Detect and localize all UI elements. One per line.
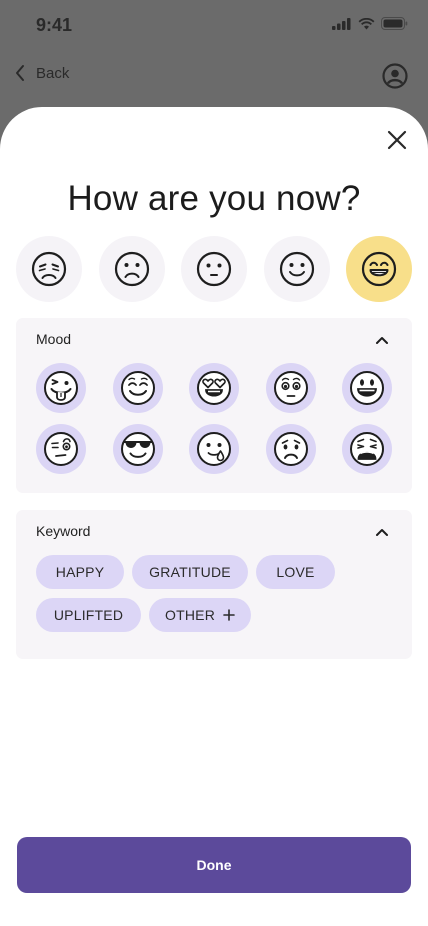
back-button[interactable]: Back	[14, 64, 69, 82]
sunglasses-face-icon	[120, 432, 155, 466]
profile-button[interactable]	[382, 63, 408, 94]
mood-emoji-sunglasses[interactable]	[112, 424, 163, 474]
mood-sheet: How are you now? Mood Keyword HAPPY GRAT…	[0, 107, 428, 926]
profile-icon	[382, 63, 408, 89]
close-icon	[387, 130, 407, 150]
chip-label: OTHER	[165, 607, 215, 623]
back-label: Back	[36, 64, 70, 82]
face-option-very-sad[interactable]	[16, 236, 82, 302]
mood-emoji-tongue-out[interactable]	[36, 363, 86, 413]
status-time: 9:41	[36, 15, 73, 35]
very-sad-face-icon	[31, 251, 67, 287]
chevron-up-icon	[376, 529, 388, 536]
heart-eyes-face-icon	[197, 371, 231, 405]
keyword-chip-happy[interactable]: HAPPY	[36, 555, 124, 589]
wifi-icon	[358, 17, 375, 29]
keyword-chip-love[interactable]: LOVE	[256, 555, 335, 589]
status-bar: 9:41	[0, 0, 428, 50]
keyword-panel-title: Keyword	[36, 523, 91, 539]
nav-bar: Back	[0, 56, 428, 96]
chip-label: UPLIFTED	[53, 607, 124, 623]
mood-panel: Mood	[16, 318, 412, 493]
worried-face-icon	[273, 432, 308, 466]
raised-eyebrow-face-icon	[44, 432, 78, 466]
mood-emoji-heart-eyes[interactable]	[189, 363, 239, 413]
mood-emoji-raised-eyebrow[interactable]	[36, 424, 86, 474]
face-option-grinning[interactable]	[346, 236, 412, 302]
done-button-label: Done	[196, 857, 232, 873]
pleading-face-icon	[273, 371, 308, 405]
mood-collapse-button[interactable]	[374, 332, 390, 348]
chevron-left-icon	[16, 65, 24, 81]
face-option-sad[interactable]	[98, 236, 165, 302]
keyword-chip-other[interactable]: OTHER	[149, 598, 251, 632]
close-button[interactable]	[386, 129, 408, 151]
keyword-panel: Keyword HAPPY GRATITUDE LOVE UPLIFTED OT…	[16, 510, 412, 659]
face-selector	[16, 236, 412, 302]
chevron-up-icon	[376, 337, 388, 344]
keyword-collapse-button[interactable]	[374, 524, 390, 540]
face-option-smiling[interactable]	[263, 236, 330, 302]
chip-label: LOVE	[276, 564, 315, 580]
mood-emoji-tear-smile[interactable]	[189, 424, 239, 474]
status-icons	[332, 17, 408, 30]
mood-panel-title: Mood	[36, 331, 72, 347]
battery-icon	[381, 17, 408, 30]
blushing-smile-face-icon	[120, 371, 155, 405]
chip-label: GRATITUDE	[149, 564, 231, 580]
signal-icon	[332, 17, 351, 30]
neutral-face-icon	[196, 251, 232, 287]
sheet-title: How are you now?	[67, 179, 361, 218]
tongue-out-face-icon	[44, 371, 78, 405]
keyword-chip-gratitude[interactable]: GRATITUDE	[132, 555, 248, 589]
mood-emoji-worried[interactable]	[265, 424, 316, 474]
grinning-face-icon	[361, 251, 397, 287]
chip-label: HAPPY	[55, 564, 105, 580]
mood-emoji-big-smile[interactable]	[342, 363, 392, 413]
mood-emoji-blushing-smile[interactable]	[112, 363, 163, 413]
done-button[interactable]: Done	[17, 837, 411, 893]
keyword-chip-uplifted[interactable]: UPLIFTED	[36, 598, 141, 632]
big-smile-face-icon	[350, 371, 384, 405]
mood-emoji-weary[interactable]	[342, 424, 392, 474]
mood-emoji-pleading[interactable]	[265, 363, 316, 413]
weary-face-icon	[350, 432, 384, 466]
tear-smile-face-icon	[197, 432, 231, 466]
plus-icon	[223, 609, 235, 621]
sad-face-icon	[114, 251, 149, 287]
smiling-face-icon	[279, 251, 314, 287]
face-option-neutral[interactable]	[181, 236, 247, 302]
